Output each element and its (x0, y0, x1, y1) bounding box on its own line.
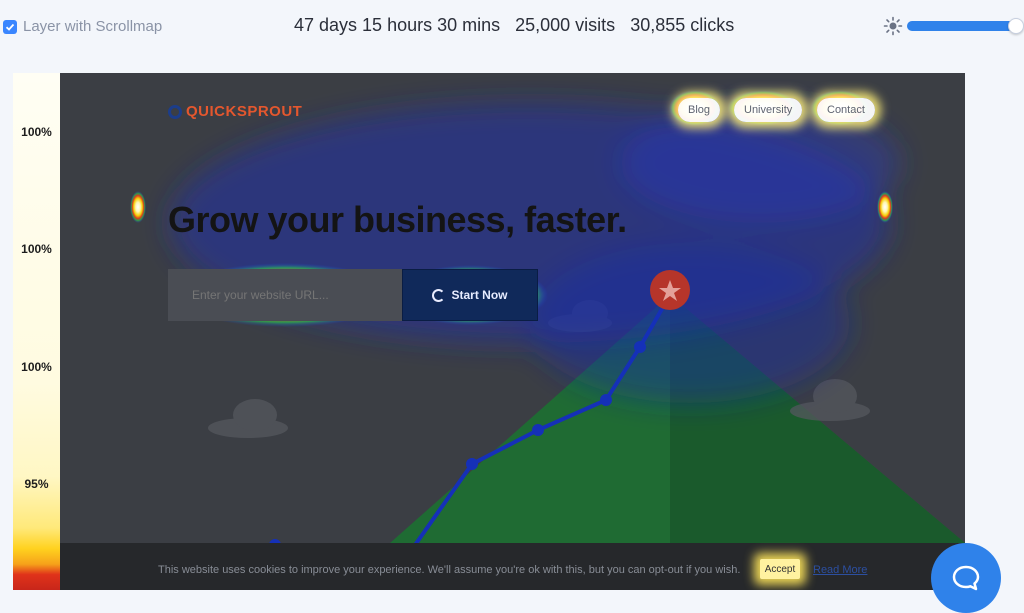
scrollmap-scale: 100% 100% 100% 95% (13, 73, 60, 590)
stats-summary: 47 days 15 hours 30 mins 25,000 visits 3… (294, 15, 734, 36)
heatmap-canvas: 100% 100% 100% 95% QUICKSPROUT Blog Univ… (13, 73, 965, 590)
heatmap-overlay (130, 90, 965, 577)
scroll-percent-label: 100% (21, 242, 52, 256)
slider-thumb[interactable] (1007, 18, 1024, 34)
nav-university[interactable]: University (734, 98, 803, 122)
visits-stat: 25,000 visits (515, 15, 616, 35)
google-icon (432, 288, 446, 302)
logo-text: QUICKSPROUT (186, 103, 303, 120)
scroll-percent-label: 95% (24, 477, 49, 491)
cookie-banner: This website uses cookies to improve you… (60, 543, 965, 590)
start-now-label: Start Now (451, 288, 508, 302)
website-preview: QUICKSPROUT Blog University Contact Grow… (60, 73, 965, 590)
scroll-percent-label: 100% (21, 360, 52, 374)
clicks-stat: 30,855 clicks (630, 15, 735, 35)
layer-checkbox[interactable] (3, 19, 17, 34)
layer-label: Layer with Scrollmap (23, 18, 163, 35)
chat-button[interactable] (931, 543, 1001, 613)
read-more-link[interactable]: Read More (813, 564, 867, 576)
layer-toggle[interactable]: Layer with Scrollmap (3, 18, 162, 35)
chat-bubble-icon (952, 565, 980, 591)
hero-headline: Grow your business, faster. (168, 199, 627, 240)
check-icon (5, 23, 15, 31)
brightness-slider[interactable] (907, 18, 1024, 34)
slider-fill (907, 21, 1016, 31)
nav-contact[interactable]: Contact (817, 98, 875, 122)
nav-blog[interactable]: Blog (678, 98, 721, 122)
duration-stat: 47 days 15 hours 30 mins (294, 15, 501, 35)
cookie-text: This website uses cookies to improve you… (158, 564, 741, 576)
website-url-input[interactable] (168, 269, 404, 321)
scroll-percent-label: 100% (21, 125, 52, 139)
accept-cookies-button[interactable]: Accept (760, 559, 800, 579)
sun-icon (883, 16, 903, 36)
start-now-button[interactable]: Start Now (402, 269, 538, 321)
toolbar: Layer with Scrollmap 47 days 15 hours 30… (0, 0, 1024, 54)
site-logo[interactable]: QUICKSPROUT (168, 103, 302, 120)
logo-icon (168, 104, 182, 119)
